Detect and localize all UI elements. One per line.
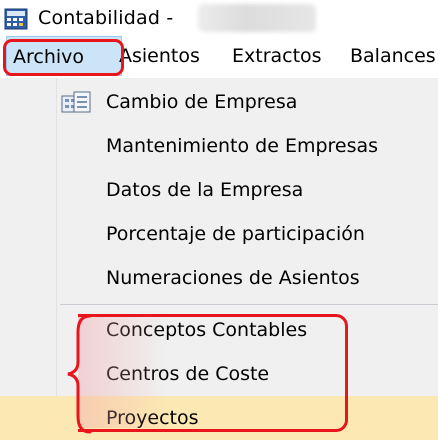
menu-balances[interactable]: Balances xyxy=(350,36,436,76)
menuitem-label: Conceptos Contables xyxy=(106,319,308,341)
menuitem-porcentaje-participacion[interactable]: Porcentaje de participación xyxy=(0,212,438,256)
menuitem-label: Datos de la Empresa xyxy=(106,179,304,201)
menuitem-label: Proyectos xyxy=(106,407,199,429)
menuitem-label: Numeraciones de Asientos xyxy=(106,267,360,289)
menuitem-cambio-empresa[interactable]: Cambio de Empresa xyxy=(0,80,438,124)
menu-archivo[interactable]: Archivo xyxy=(6,36,122,76)
menuitem-label: Porcentaje de participación xyxy=(106,223,365,245)
calculator-icon xyxy=(4,8,28,30)
menuitem-label: Centros de Coste xyxy=(106,363,270,385)
menuitem-conceptos-contables[interactable]: Conceptos Contables xyxy=(0,308,438,352)
switch-company-icon xyxy=(61,91,91,113)
menu-asientos[interactable]: Asientos xyxy=(119,36,200,76)
archivo-dropdown: Cambio de Empresa Mantenimiento de Empre… xyxy=(0,78,438,440)
window-title: Contabilidad - xyxy=(38,7,174,29)
menuitem-centros-coste[interactable]: Centros de Coste xyxy=(0,352,438,396)
redacted-company-name xyxy=(198,4,316,32)
menuitem-label: Cambio de Empresa xyxy=(106,91,298,113)
menuitem-label: Mantenimiento de Empresas xyxy=(106,135,379,157)
title-bar: Contabilidad - xyxy=(0,0,438,36)
menuitem-proyectos[interactable]: Proyectos xyxy=(0,396,438,440)
menu-bar: Archivo Asientos Extractos Balances xyxy=(0,36,438,78)
menuitem-numeraciones-asientos[interactable]: Numeraciones de Asientos xyxy=(0,256,438,300)
menuitem-datos-empresa[interactable]: Datos de la Empresa xyxy=(0,168,438,212)
menu-extractos[interactable]: Extractos xyxy=(232,36,322,76)
menuitem-mantenimiento-empresas[interactable]: Mantenimiento de Empresas xyxy=(0,124,438,168)
menu-separator xyxy=(60,304,438,305)
